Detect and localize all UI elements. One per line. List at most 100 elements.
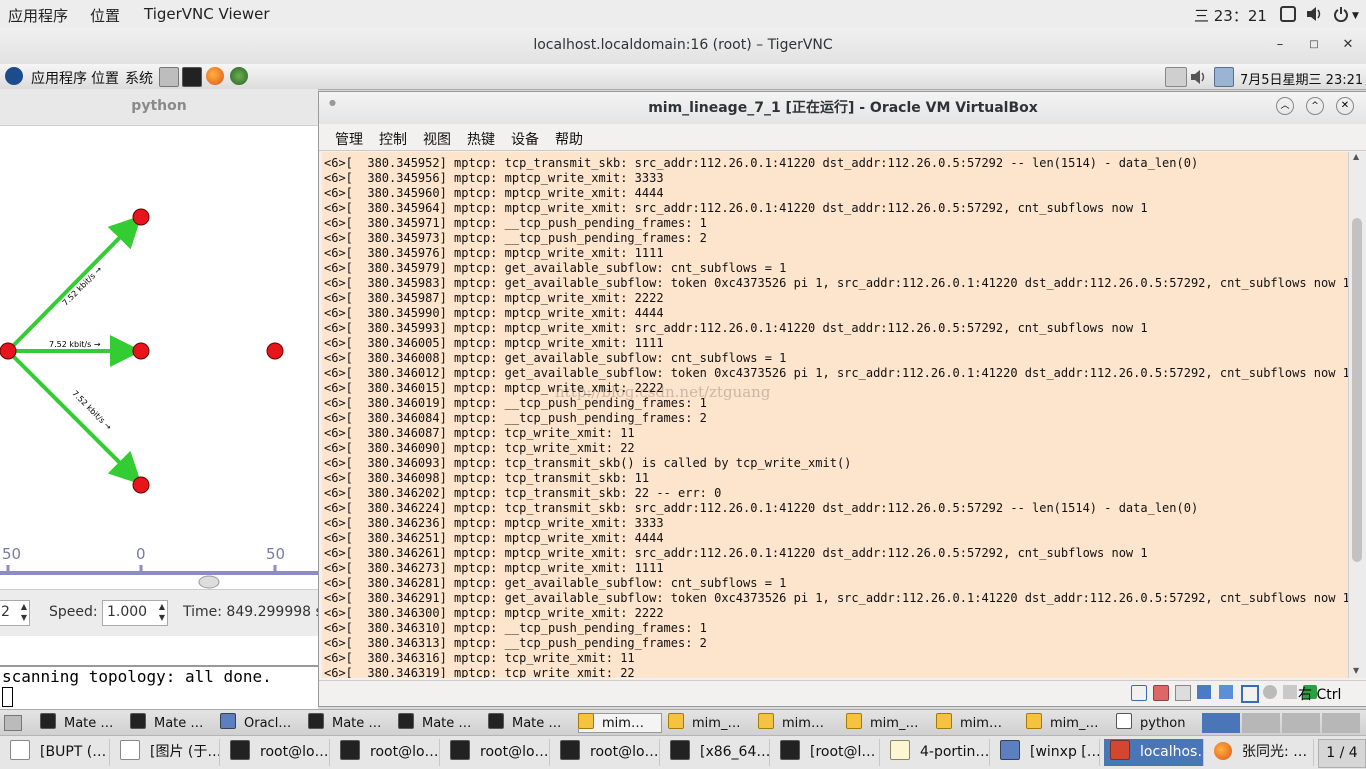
mouse-integration-icon[interactable] bbox=[1283, 685, 1297, 699]
window-menu-icon[interactable]: ● bbox=[329, 98, 336, 107]
scroll-up-icon[interactable]: ▲ bbox=[1353, 152, 1359, 161]
host-window-list-item[interactable]: root@lo… bbox=[444, 739, 550, 766]
speed-label: Speed: bbox=[49, 604, 98, 620]
host-window-list-item[interactable]: [x86_64… bbox=[664, 739, 770, 766]
optical-drive-icon[interactable] bbox=[1153, 685, 1169, 701]
show-desktop-icon[interactable] bbox=[4, 715, 22, 731]
floppy-icon[interactable] bbox=[1175, 685, 1191, 701]
vnc-taskbar-item-label: mim… bbox=[782, 716, 824, 731]
usb-icon[interactable] bbox=[1219, 685, 1233, 699]
vm-console[interactable]: http://blog.csdn.net/ztguang <6>[ 380.34… bbox=[322, 152, 1348, 678]
menu-hotkeys[interactable]: 热键 bbox=[467, 129, 495, 149]
hdd-icon[interactable] bbox=[1131, 685, 1147, 701]
network-adapter-icon[interactable] bbox=[1197, 685, 1211, 699]
volume-icon[interactable] bbox=[1306, 6, 1322, 22]
host-window-list-item[interactable]: root@lo… bbox=[224, 739, 330, 766]
console-line: <6>[ 380.346236] mptcp: mptcp_write_xmit… bbox=[324, 516, 664, 530]
vnc-taskbar-item[interactable]: Oracl… bbox=[220, 713, 304, 733]
spin-arrows-icon[interactable]: ▲ ▼ bbox=[21, 601, 27, 623]
host-window-list-item[interactable]: root@lo… bbox=[334, 739, 440, 766]
capture-icon[interactable] bbox=[1263, 685, 1277, 699]
host-window-list-item[interactable]: [winxp […. bbox=[994, 739, 1100, 766]
maximize-button[interactable]: ^ bbox=[1306, 97, 1324, 115]
vnc-taskbar-item[interactable]: mim… bbox=[578, 713, 662, 733]
vnc-taskbar-item[interactable]: Mate … bbox=[308, 713, 392, 733]
vnc-taskbar-item[interactable]: mim_… bbox=[668, 713, 752, 733]
speed-spinbox[interactable]: 1.000 ▲ ▼ bbox=[102, 600, 168, 626]
host-window-list-item[interactable]: localhos… bbox=[1104, 739, 1204, 766]
chevron-down-icon[interactable]: ▼ bbox=[1352, 11, 1359, 21]
network-status-icon[interactable] bbox=[1214, 67, 1234, 87]
mate-clock[interactable]: 7月5日星期三 23:21 bbox=[1240, 69, 1363, 88]
vnc-taskbar-item[interactable]: Mate … bbox=[398, 713, 482, 733]
workspace-switcher[interactable] bbox=[1322, 713, 1360, 733]
python-terminal[interactable]: scanning topology: all done. bbox=[0, 665, 318, 709]
shared-folders-icon[interactable] bbox=[1241, 685, 1259, 703]
vnc-taskbar-item[interactable]: mim_… bbox=[1026, 713, 1110, 733]
vnc-taskbar-item[interactable]: mim_… bbox=[846, 713, 930, 733]
link-arrow-up bbox=[6, 215, 142, 353]
terminal-icon[interactable] bbox=[182, 67, 202, 87]
vnc-taskbar-item-label: mim… bbox=[960, 716, 1002, 731]
maximize-button[interactable]: □ bbox=[1305, 36, 1323, 54]
close-button[interactable]: ✕ bbox=[1336, 97, 1354, 115]
console-scrollbar[interactable]: ▲ ▼ bbox=[1348, 152, 1366, 678]
vnc-taskbar-item-label: python bbox=[1140, 716, 1186, 731]
vnc-taskbar-item-label: Mate … bbox=[422, 716, 472, 731]
fedora-logo-icon[interactable] bbox=[5, 67, 23, 85]
host-window-list-item[interactable]: [root@l… bbox=[774, 739, 880, 766]
terminal-icon bbox=[398, 713, 414, 729]
vnc-taskbar-item[interactable]: Mate … bbox=[130, 713, 214, 733]
scroll-down-icon[interactable]: ▼ bbox=[1353, 666, 1359, 675]
clock[interactable]: 三 23：21 bbox=[1194, 5, 1267, 26]
minimize-button[interactable]: – bbox=[1271, 36, 1289, 54]
applications-menu[interactable]: 应用程序 bbox=[8, 5, 68, 26]
host-window-list-label: [BUPT (… bbox=[40, 744, 107, 760]
host-window-list-item[interactable]: 张同光: … bbox=[1208, 739, 1314, 766]
keyboard-icon[interactable] bbox=[1165, 67, 1187, 87]
places-menu[interactable]: 位置 bbox=[90, 5, 120, 26]
workspace-switcher[interactable] bbox=[1242, 713, 1280, 733]
firefox-icon[interactable] bbox=[206, 67, 224, 85]
vnc-taskbar-item[interactable]: python bbox=[1116, 713, 1200, 733]
file-manager-icon[interactable] bbox=[159, 67, 179, 87]
mate-applications-menu[interactable]: 应用程序 bbox=[31, 68, 87, 88]
console-line: <6>[ 380.345993] mptcp: mptcp_write_xmit… bbox=[324, 321, 1148, 335]
vnc-taskbar-item[interactable]: mim… bbox=[936, 713, 1020, 733]
host-window-list-label: localhos… bbox=[1140, 744, 1203, 760]
vnc-titlebar[interactable]: localhost.localdomain:16 (root) – TigerV… bbox=[0, 28, 1366, 65]
spin-arrows-icon[interactable]: ▲ ▼ bbox=[159, 601, 165, 623]
workspace-switcher[interactable] bbox=[1282, 713, 1320, 733]
python-window-title[interactable]: python bbox=[0, 89, 318, 126]
host-window-list-item[interactable]: root@lo… bbox=[554, 739, 660, 766]
workspace-indicator[interactable]: 1 / 4 bbox=[1318, 739, 1366, 768]
host-window-list-label: [winxp […. bbox=[1030, 744, 1100, 760]
app-menu[interactable]: TigerVNC Viewer bbox=[144, 5, 270, 23]
vnc-taskbar-item[interactable]: Mate … bbox=[488, 713, 572, 733]
host-window-list-item[interactable]: 4-portin… bbox=[884, 739, 990, 766]
mate-system-menu[interactable]: 系统 bbox=[125, 68, 153, 88]
vnc-taskbar-item-label: mim_… bbox=[870, 716, 919, 731]
vnc-taskbar-item[interactable]: Mate … bbox=[40, 713, 124, 733]
network-icon[interactable] bbox=[230, 67, 248, 85]
host-window-list-item[interactable]: [BUPT (… bbox=[4, 739, 110, 766]
power-icon[interactable] bbox=[1333, 6, 1349, 22]
menu-control[interactable]: 控制 bbox=[379, 129, 407, 149]
host-window-list-item[interactable]: [图片 (于… bbox=[114, 739, 220, 766]
menu-devices[interactable]: 设备 bbox=[511, 129, 539, 149]
topology-canvas[interactable]: 7.52 kbit/s → 7.52 kbit/s → 7.52 kbit/s … bbox=[0, 125, 318, 589]
vbox-window-title[interactable]: mim_lineage_7_1 [正在运行] - Oracle VM Virtu… bbox=[319, 92, 1366, 124]
menu-manage[interactable]: 管理 bbox=[335, 129, 363, 149]
menu-view[interactable]: 视图 bbox=[423, 129, 451, 149]
screen-icon[interactable] bbox=[1280, 6, 1296, 22]
workspace-switcher-active[interactable] bbox=[1202, 713, 1240, 733]
step-spinbox[interactable]: 2 ▲ ▼ bbox=[0, 600, 30, 626]
close-button[interactable]: ✕ bbox=[1339, 36, 1357, 54]
timeline-slider-handle[interactable] bbox=[198, 575, 220, 589]
scrollbar-thumb[interactable] bbox=[1352, 218, 1362, 562]
minimize-button[interactable]: ︿ bbox=[1276, 97, 1294, 115]
menu-help[interactable]: 帮助 bbox=[555, 129, 583, 149]
volume-icon[interactable] bbox=[1190, 68, 1208, 86]
vnc-taskbar-item[interactable]: mim… bbox=[758, 713, 842, 733]
mate-places-menu[interactable]: 位置 bbox=[91, 68, 119, 88]
